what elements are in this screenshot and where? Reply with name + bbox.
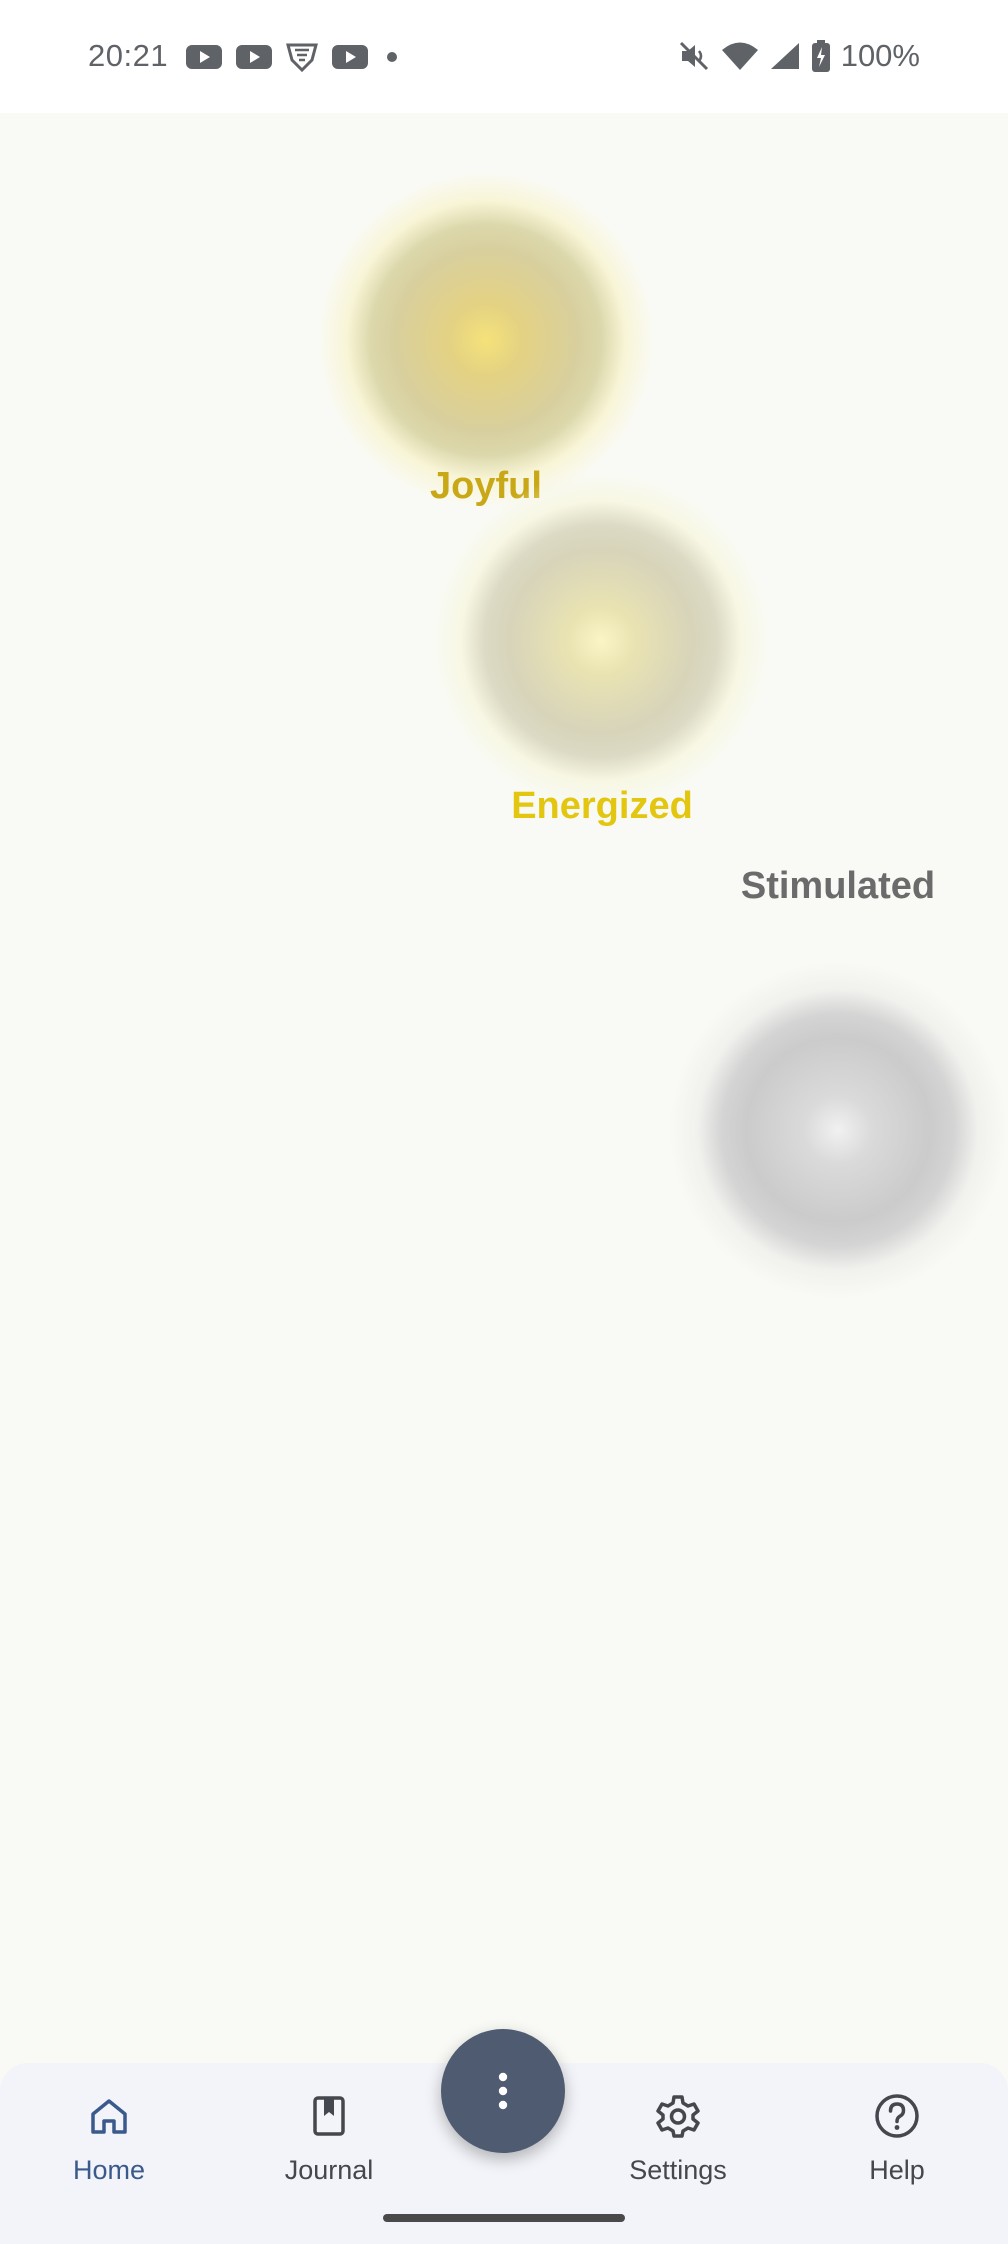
battery-charging-icon xyxy=(811,40,830,72)
home-indicator[interactable] xyxy=(383,2214,625,2222)
notification-icons xyxy=(186,42,402,72)
wifi-icon xyxy=(721,42,758,70)
signal-icon xyxy=(770,43,799,69)
book-icon xyxy=(306,2093,352,2139)
dot-icon xyxy=(387,52,397,62)
nav-journal-label: Journal xyxy=(284,2155,374,2185)
mood-orb-stimulated[interactable] xyxy=(667,959,1008,1301)
more-options-fab[interactable] xyxy=(441,2029,565,2153)
nav-help-label: Help xyxy=(869,2155,925,2185)
nav-home[interactable]: Home xyxy=(29,2087,189,2207)
nav-help[interactable]: Help xyxy=(817,2087,977,2207)
youtube-icon xyxy=(332,45,368,69)
mood-orb-energized[interactable] xyxy=(430,470,772,812)
mute-icon xyxy=(679,41,708,71)
status-bar: 20:21 100% xyxy=(0,0,1008,113)
nav-settings-label: Settings xyxy=(629,2155,727,2185)
youtube-icon xyxy=(186,45,222,69)
mood-label-energized[interactable]: Energized xyxy=(511,785,693,828)
gear-icon xyxy=(655,2093,701,2139)
help-icon xyxy=(874,2093,920,2139)
mood-canvas[interactable]: Joyful Energized Stimulated xyxy=(0,113,1008,2063)
youtube-icon xyxy=(236,45,272,69)
mood-label-stimulated[interactable]: Stimulated xyxy=(741,865,935,908)
home-icon xyxy=(86,2093,132,2139)
nav-home-label: Home xyxy=(72,2155,146,2185)
status-time: 20:21 xyxy=(88,38,169,73)
vpn-shield-icon xyxy=(286,43,318,72)
status-right: 100% xyxy=(677,38,920,74)
mood-orb-joyful[interactable] xyxy=(316,170,656,510)
nav-settings[interactable]: Settings xyxy=(598,2087,758,2207)
battery-level: 100% xyxy=(840,38,920,73)
nav-journal[interactable]: Journal xyxy=(249,2087,409,2207)
more-vertical-icon xyxy=(498,2072,508,2110)
